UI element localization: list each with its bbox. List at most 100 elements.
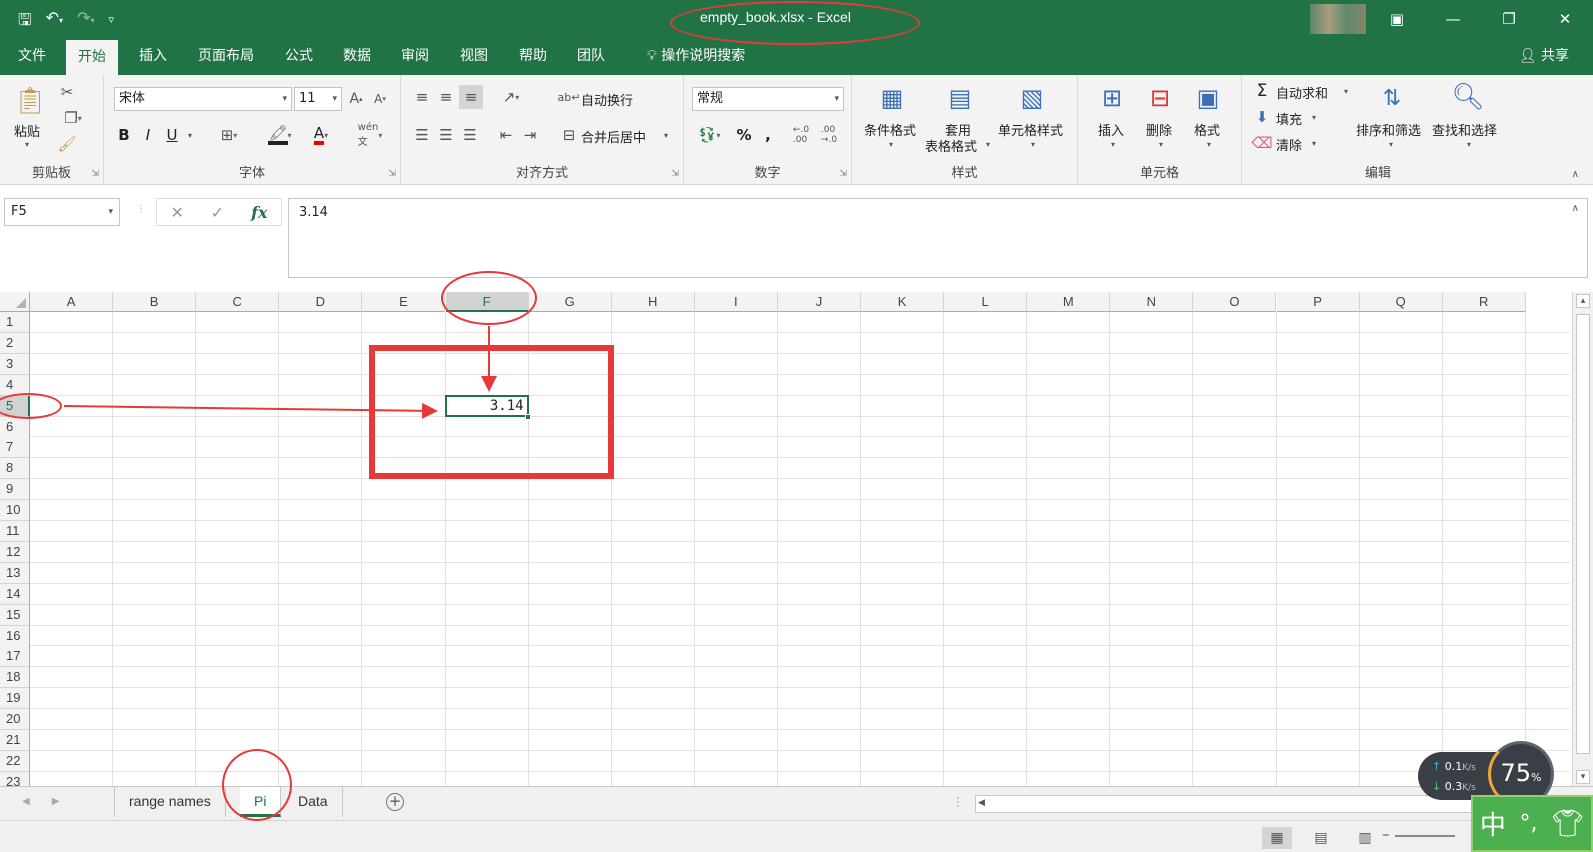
fill-color-icon[interactable]: 🖍︎ ▾ [260, 123, 300, 147]
column-header[interactable]: O [1193, 292, 1277, 312]
scroll-up-icon[interactable]: ▴ [1576, 294, 1590, 308]
column-header[interactable]: H [611, 292, 695, 312]
formula-input[interactable]: 3.14 ∧ [288, 198, 1588, 278]
redo-icon[interactable]: ↷▾ [77, 8, 94, 31]
align-middle-icon[interactable]: ≡ [435, 85, 457, 109]
ime-punctuation[interactable]: °, [1520, 811, 1538, 836]
number-format-combo[interactable]: 常规 ▾ [692, 87, 844, 111]
page-break-view-icon[interactable]: ▥ [1350, 827, 1380, 849]
comma-button[interactable]: , [760, 123, 776, 147]
scroll-left-icon[interactable]: ◀ [978, 798, 985, 808]
normal-view-icon[interactable]: ▦ [1262, 827, 1292, 849]
decrease-indent-icon[interactable]: ⇤ [495, 123, 517, 147]
page-layout-view-icon[interactable]: ▤ [1306, 827, 1336, 849]
dialog-launcher-icon[interactable]: ⇲ [91, 169, 99, 179]
row-header[interactable]: 14 [0, 583, 30, 605]
minimize-icon[interactable]: — [1425, 0, 1481, 37]
collapse-formula-bar-icon[interactable]: ∧ [1572, 203, 1579, 214]
row-header[interactable]: 17 [0, 646, 30, 668]
undo-icon[interactable]: ↶▾ [46, 8, 63, 31]
zoom-out-icon[interactable]: – [1382, 825, 1390, 843]
row-header[interactable]: 1 [0, 312, 30, 333]
format-as-table-button[interactable]: 表格格式 [925, 136, 977, 155]
column-header[interactable]: N [1110, 292, 1194, 312]
user-avatar[interactable] [1310, 4, 1366, 34]
chevron-down-icon[interactable]: ▾ [1340, 83, 1352, 99]
save-icon[interactable]: 🖫 [18, 10, 32, 30]
row-header[interactable]: 13 [0, 562, 30, 584]
dialog-launcher-icon[interactable]: ⇲ [388, 169, 396, 179]
underline-dropdown-icon[interactable]: ▾ [184, 123, 196, 147]
autosum-button[interactable]: 自动求和 [1276, 83, 1328, 102]
increase-indent-icon[interactable]: ⇥ [519, 123, 541, 147]
font-size-combo[interactable]: 11 ▾ [294, 87, 342, 111]
prev-sheet-icon[interactable]: ◀ [22, 796, 30, 807]
scroll-down-icon[interactable]: ▾ [1576, 770, 1590, 784]
column-header[interactable]: M [1027, 292, 1111, 312]
align-left-icon[interactable]: ☰ [411, 123, 433, 147]
sheet-tab-data[interactable]: Data [284, 787, 343, 817]
font-name-combo[interactable]: 宋体 ▾ [114, 87, 292, 111]
column-header[interactable]: K [861, 292, 945, 312]
tab-help[interactable]: 帮助 [507, 37, 559, 75]
column-header[interactable]: C [196, 292, 280, 312]
column-header[interactable]: J [777, 292, 861, 312]
wrap-text-button[interactable]: 自动换行 [581, 90, 633, 109]
chevron-down-icon[interactable]: ▾ [1308, 135, 1320, 151]
row-header[interactable]: 12 [0, 541, 30, 563]
accounting-format-icon[interactable]: 💱︎ ▾ [692, 123, 726, 147]
row-header[interactable]: 6 [0, 416, 30, 438]
chevron-down-icon[interactable]: ▾ [1202, 137, 1216, 151]
cancel-icon[interactable]: ✕ [170, 203, 183, 222]
column-header[interactable]: A [30, 292, 114, 312]
phonetic-guide-icon[interactable]: wén 文 ▾ [350, 121, 390, 149]
dialog-launcher-icon[interactable]: ⇲ [839, 169, 847, 179]
drag-handle-icon[interactable]: ⋮ [136, 204, 146, 215]
sheet-tab-range-names[interactable]: range names [114, 787, 226, 817]
skin-shirt-icon[interactable]: 👕︎ [1551, 809, 1584, 839]
add-sheet-icon[interactable]: + [386, 793, 404, 811]
horizontal-scrollbar[interactable]: ◀ [975, 795, 1475, 813]
scroll-thumb[interactable] [1576, 314, 1590, 754]
tab-file[interactable]: 文件 [6, 37, 58, 75]
cut-icon[interactable]: ✂ [56, 81, 78, 103]
column-header[interactable]: B [113, 292, 197, 312]
align-bottom-icon[interactable]: ≡ [459, 85, 483, 109]
column-header[interactable]: I [694, 292, 778, 312]
tab-data[interactable]: 数据 [331, 37, 383, 75]
row-header[interactable]: 18 [0, 667, 30, 689]
next-sheet-icon[interactable]: ▶ [52, 796, 60, 807]
column-header[interactable]: E [362, 292, 446, 312]
customize-qat-icon[interactable]: ▿ [108, 10, 114, 30]
align-right-icon[interactable]: ☰ [459, 123, 481, 147]
copy-icon[interactable]: ❐ ▾ [56, 107, 90, 129]
fill-button[interactable]: 填充 [1276, 109, 1302, 128]
format-painter-icon[interactable]: 🖌︎ [56, 133, 78, 155]
merge-center-icon[interactable]: ⊟ [559, 123, 579, 147]
font-color-icon[interactable]: A ▾ [304, 123, 338, 147]
column-header[interactable]: R [1442, 292, 1526, 312]
tab-team[interactable]: 团队 [565, 37, 617, 75]
chevron-down-icon[interactable]: ▾ [1026, 137, 1040, 151]
close-icon[interactable]: ✕ [1537, 0, 1593, 37]
paste-icon[interactable]: 📋︎ [12, 83, 48, 119]
row-header[interactable]: 11 [0, 521, 30, 542]
enter-icon[interactable]: ✓ [211, 203, 224, 222]
row-header[interactable]: 22 [0, 750, 30, 772]
row-header[interactable]: 21 [0, 730, 30, 751]
chevron-down-icon[interactable]: ▾ [1106, 137, 1120, 151]
row-header[interactable]: 9 [0, 479, 30, 501]
tab-formulas[interactable]: 公式 [273, 37, 325, 75]
percent-button[interactable]: % [734, 123, 754, 147]
bold-button[interactable]: B [114, 123, 134, 147]
row-header[interactable]: 8 [0, 458, 30, 480]
row-header[interactable]: 20 [0, 709, 30, 731]
chevron-down-icon[interactable]: ▾ [1154, 137, 1168, 151]
dialog-launcher-icon[interactable]: ⇲ [671, 169, 679, 179]
paste-dropdown-icon[interactable]: ▾ [14, 137, 40, 151]
column-header[interactable]: Q [1359, 292, 1443, 312]
column-header[interactable]: P [1276, 292, 1360, 312]
tab-review[interactable]: 审阅 [389, 37, 441, 75]
select-all-corner[interactable] [0, 292, 30, 312]
share-button[interactable]: 👤︎ 共享 [1519, 37, 1569, 75]
